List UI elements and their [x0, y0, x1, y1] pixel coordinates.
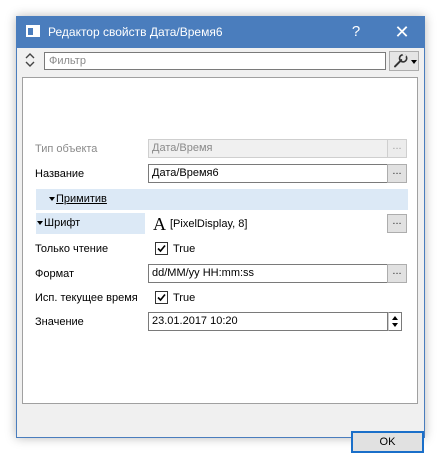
filter-input[interactable] [45, 53, 385, 69]
use-current-time-value: True [173, 292, 196, 304]
object-type-value: Дата/Время [148, 139, 388, 158]
name-field[interactable]: Дата/Время6 [148, 164, 388, 183]
spin-up-arrow-icon[interactable] [392, 316, 398, 320]
row-readonly: Только чтение True [23, 238, 417, 260]
help-button[interactable]: ? [333, 16, 379, 48]
row-format: Формат dd/MM/yy HH:mm:ss ... [23, 263, 417, 285]
value-spinner[interactable] [388, 312, 402, 331]
use-current-time-label: Исп. текущее время [35, 292, 138, 304]
chevron-down-icon [411, 60, 417, 64]
close-button[interactable]: ✕ [379, 16, 425, 48]
row-use-current-time: Исп. текущее время True [23, 287, 417, 309]
font-glyph-icon: A [153, 214, 166, 234]
row-object-type: Тип объекта Дата/Время ... [23, 138, 417, 160]
name-browse-button[interactable]: ... [387, 164, 407, 183]
collapse-arrow-icon[interactable] [49, 197, 55, 201]
object-type-browse-button: ... [387, 139, 407, 158]
group-primitive[interactable]: Примитив [36, 189, 408, 210]
toolbar [17, 48, 424, 74]
title-bar[interactable]: Редактор свойств Дата/Время6 ? ✕ [16, 16, 425, 48]
spin-down-arrow-icon[interactable] [392, 323, 398, 327]
format-label: Формат [35, 268, 75, 280]
font-collapse-arrow-icon[interactable] [37, 221, 43, 225]
name-label: Название [35, 168, 85, 180]
row-name: Название Дата/Время6 ... [23, 163, 417, 185]
group-primitive-label: Примитив [56, 193, 107, 205]
value-label: Значение [35, 316, 84, 328]
value-datetime-field[interactable]: 23.01.2017 10:20 [148, 312, 388, 331]
object-type-label: Тип объекта [35, 143, 98, 155]
checkmark-icon [157, 244, 166, 253]
use-current-time-checkbox[interactable] [155, 291, 168, 304]
readonly-label: Только чтение [35, 243, 109, 255]
readonly-checkbox[interactable] [155, 242, 168, 255]
font-group-band[interactable]: Шрифт [36, 213, 145, 234]
tool-menu-button[interactable] [389, 51, 419, 71]
format-field[interactable]: dd/MM/yy HH:mm:ss [148, 264, 388, 283]
readonly-value: True [173, 243, 196, 255]
ok-button[interactable]: OK [351, 431, 424, 453]
font-value-text: [PixelDisplay, 8] [170, 218, 248, 230]
window-title: Редактор свойств Дата/Время6 [48, 25, 223, 39]
property-grid: Тип объекта Дата/Время ... Название Дата… [22, 77, 418, 404]
window-app-icon [26, 25, 40, 37]
checkmark-icon [157, 293, 166, 302]
font-browse-button[interactable]: ... [387, 214, 407, 233]
sort-icon[interactable] [24, 51, 36, 69]
property-editor-window: Редактор свойств Дата/Время6 ? ✕ Фильтр … [16, 16, 425, 453]
row-value: Значение 23.01.2017 10:20 [23, 311, 417, 333]
dialog-client: Тип объекта Дата/Время ... Название Дата… [17, 48, 424, 453]
filter-field[interactable] [44, 52, 386, 70]
font-label: Шрифт [44, 217, 81, 229]
format-browse-button[interactable]: ... [387, 264, 407, 283]
row-font: Шрифт A [PixelDisplay, 8] ... [23, 213, 417, 235]
